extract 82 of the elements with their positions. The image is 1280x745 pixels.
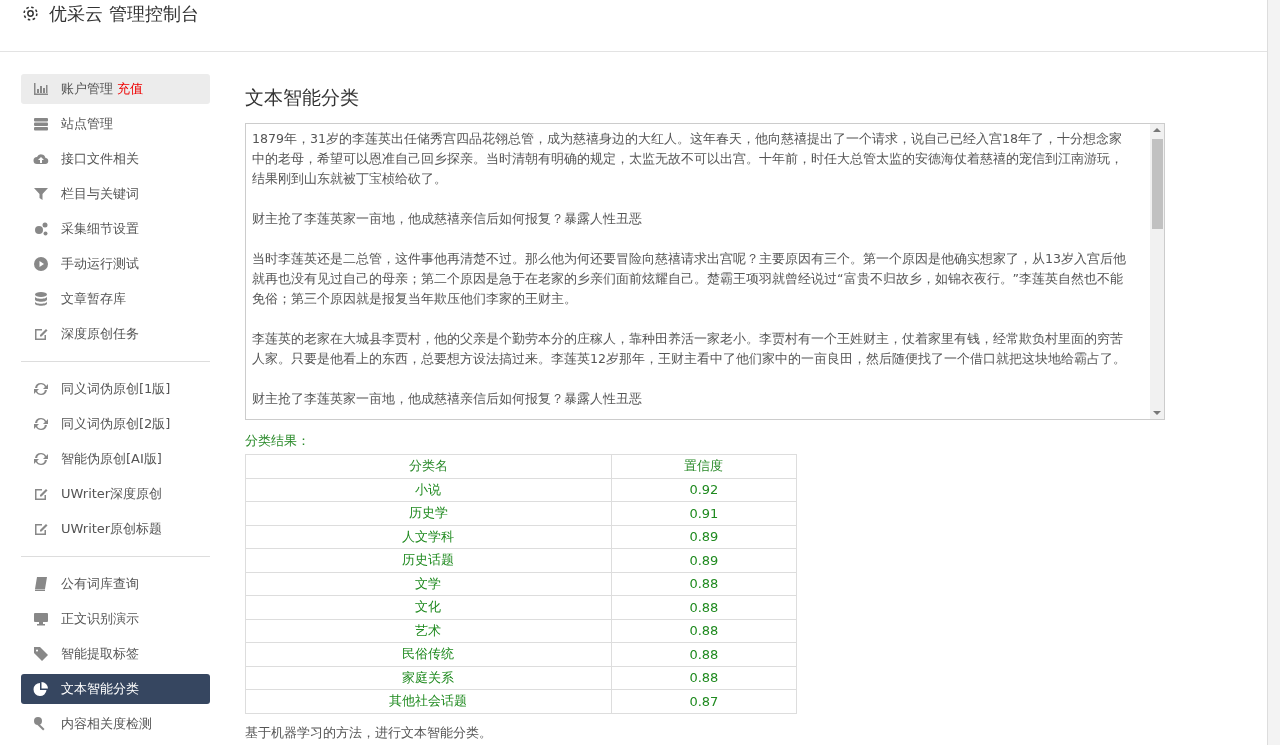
sidebar-item-label: 文章暂存库 xyxy=(61,290,126,308)
table-cell: 历史学 xyxy=(245,501,612,525)
sidebar-item[interactable]: 采集细节设置 xyxy=(21,214,210,244)
database-icon xyxy=(33,291,49,307)
sidebar-item[interactable]: 智能伪原创[AI版] xyxy=(21,444,210,474)
table-cell: 0.88 xyxy=(611,619,797,643)
play-icon xyxy=(33,256,49,272)
table-cell: 0.87 xyxy=(611,689,797,713)
sidebar-item[interactable]: 手动运行测试 xyxy=(21,249,210,279)
table-cell: 文化 xyxy=(245,595,612,619)
filter-icon xyxy=(33,186,49,202)
sidebar-item[interactable]: 正文识别演示 xyxy=(21,604,210,634)
refresh-icon xyxy=(33,416,49,432)
sidebar-item[interactable]: 站点管理 xyxy=(21,109,210,139)
sidebar-item-label: 采集细节设置 xyxy=(61,220,139,238)
sidebar-item-label: 文本智能分类 xyxy=(61,680,139,698)
sidebar-item-label: 手动运行测试 xyxy=(61,255,139,273)
refresh-icon xyxy=(33,451,49,467)
table-cell: 0.88 xyxy=(611,595,797,619)
sidebar-item-label: 智能伪原创[AI版] xyxy=(61,450,162,468)
cloud-upload-icon xyxy=(33,151,49,167)
page-title: 文本智能分类 xyxy=(245,85,360,110)
sidebar-item[interactable]: 深度原创任务 xyxy=(21,319,210,349)
sidebar-item-label: UWriter深度原创 xyxy=(61,485,163,503)
tag-icon xyxy=(33,646,49,662)
sidebar-item-label: 正文识别演示 xyxy=(61,610,139,628)
recharge-link[interactable]: 充值 xyxy=(117,80,143,98)
sidebar-item-label: 同义词伪原创[2版] xyxy=(61,415,171,433)
table-cell: 0.89 xyxy=(611,548,797,572)
sidebar-item[interactable]: 接口文件相关 xyxy=(21,144,210,174)
sidebar-item[interactable]: 文本智能分类 xyxy=(21,674,210,704)
sidebar-item[interactable]: 文章暂存库 xyxy=(21,284,210,314)
sidebar-item[interactable]: 公有词库查询 xyxy=(21,569,210,599)
sidebar-item-label: 栏目与关键词 xyxy=(61,185,139,203)
sidebar-item[interactable]: 栏目与关键词 xyxy=(21,179,210,209)
table-cell: 文学 xyxy=(245,572,612,596)
edit-icon xyxy=(33,521,49,537)
table-cell: 0.88 xyxy=(611,666,797,690)
table-cell: 0.92 xyxy=(611,478,797,502)
sidebar-item[interactable]: UWriter原创标题 xyxy=(21,514,210,544)
table-cell: 民俗传统 xyxy=(245,642,612,666)
chart-icon xyxy=(33,81,49,97)
settings-icon xyxy=(22,5,39,22)
refresh-icon xyxy=(33,381,49,397)
column-header: 置信度 xyxy=(611,454,797,478)
table-cell: 0.91 xyxy=(611,501,797,525)
edit-icon xyxy=(33,326,49,342)
sidebar-item-label: UWriter原创标题 xyxy=(61,520,163,538)
edit-icon xyxy=(33,486,49,502)
table-cell: 其他社会话题 xyxy=(245,689,612,713)
sidebar-item[interactable]: 账户管理 充值 xyxy=(21,74,210,104)
scrollbar[interactable] xyxy=(1150,124,1164,419)
results-label: 分类结果： xyxy=(245,432,311,450)
table-cell: 0.89 xyxy=(611,525,797,549)
sidebar-item[interactable]: 内容相关度检测 xyxy=(21,709,210,739)
column-header: 分类名 xyxy=(245,454,612,478)
sidebar-item-label: 智能提取标签 xyxy=(61,645,139,663)
sidebar-item-label: 同义词伪原创[1版] xyxy=(61,380,171,398)
table-cell: 艺术 xyxy=(245,619,612,643)
sidebar-item-label: 深度原创任务 xyxy=(61,325,139,343)
console-title: 优采云 管理控制台 xyxy=(49,2,199,26)
table-cell: 历史话题 xyxy=(245,548,612,572)
sidebar-item-label: 内容相关度检测 xyxy=(61,715,152,733)
table-cell: 人文学科 xyxy=(245,525,612,549)
sidebar-item-label: 接口文件相关 xyxy=(61,150,139,168)
table-cell: 0.88 xyxy=(611,572,797,596)
sidebar-item-label: 公有词库查询 xyxy=(61,575,139,593)
pie-chart-icon xyxy=(33,681,49,697)
footnote: 基于机器学习的方法，进行文本智能分类。 xyxy=(245,723,493,742)
table-cell: 小说 xyxy=(245,478,612,502)
sidebar-item[interactable]: 同义词伪原创[2版] xyxy=(21,409,210,439)
book-icon xyxy=(33,576,49,592)
monitor-icon xyxy=(33,611,49,627)
table-cell: 家庭关系 xyxy=(245,666,612,690)
sidebar-item-label: 站点管理 xyxy=(61,115,113,133)
server-icon xyxy=(33,116,49,132)
text-input-field[interactable]: 1879年，31岁的李莲英出任储秀宫四品花翎总管，成为慈禧身边的大红人。这年春天，他向慈禧提出了一个请求，说自己已经入宫18年了，十分想念家中的老母，希望可以恩准自己回乡探亲。当时清朝有明确的规定，太监无故不可以出宫。十年前，时任大总管太监的安德海仗着慈禧的宠信到江南游玩，结果刚到山东就被丁宝桢给砍了。 财主抢了李莲英家一亩地，他成慈禧亲信后如何报复？暴露人性丑恶 当时李莲英还是二总管，这件事他再清楚不过。那么他为何还要冒险向慈禧请求出宫呢？主要原因有三个。第一个原因是他确实想家了，从13岁入宫后他就再也没有见过自己的母亲；第二个原因是急于在老家的乡亲们面前炫耀自己。楚霸王项羽就曾经说过“富贵不归故乡，如锦衣夜行。”李莲英自然也不能免俗；第三个原因就是报复当年欺压他们李家的王财主。 李莲英的老家在大城县李贾村，他的父亲是个勤劳本分的庄稼人，靠种田养活一家老小。李贾村有一个王姓财主，仗着家里有钱，经常欺负村里面的穷苦人家。只要是他看上的东西，总要想方设法搞过来。李莲英12岁那年，王财主看中了他们家中的一亩良田，然后随便找了一个借口就把这块地给霸占了。 财主抢了李莲英家一亩地，他成慈禧亲信后如何报复？暴露人性丑恶 xyxy=(245,123,1165,420)
sidebar-item-label: 账户管理 xyxy=(61,80,113,98)
sidebar-item[interactable]: UWriter深度原创 xyxy=(21,479,210,509)
table-cell: 0.88 xyxy=(611,642,797,666)
sidebar-item[interactable]: 智能提取标签 xyxy=(21,639,210,669)
sidebar-item[interactable]: 同义词伪原创[1版] xyxy=(21,374,210,404)
